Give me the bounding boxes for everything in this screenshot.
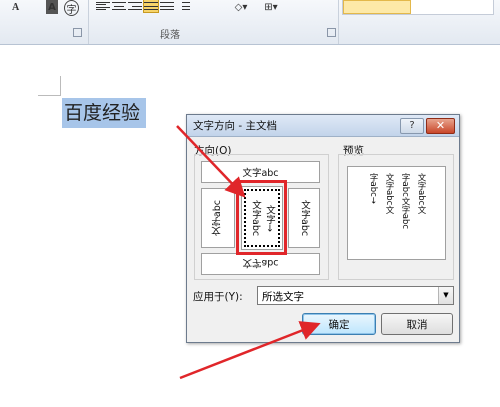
preview-line: 字abc文字abc: [400, 173, 410, 230]
apply-to-value: 所选文字: [262, 291, 304, 303]
cancel-button[interactable]: 取消: [381, 313, 453, 335]
annotation-highlight-box: [236, 180, 287, 255]
align-left-icon[interactable]: [96, 0, 110, 12]
apply-to-select[interactable]: 所选文字 ▼: [257, 286, 454, 305]
crop-mark: [38, 95, 60, 96]
orientation-upside-down-option[interactable]: 文字abc: [201, 253, 320, 275]
crop-mark: [60, 76, 61, 96]
chevron-down-icon[interactable]: ▼: [438, 287, 453, 304]
orientation-rotate-left-option[interactable]: 文字abc: [201, 188, 235, 248]
distributed-icon[interactable]: [160, 0, 174, 12]
preview-line: 字abc→: [368, 173, 378, 204]
enclose-characters-button[interactable]: 字: [64, 0, 79, 16]
preview-line: 文字abc文: [416, 173, 426, 214]
align-right-icon[interactable]: [128, 0, 142, 12]
justify-icon[interactable]: [143, 0, 159, 13]
shading-icon[interactable]: ◇▾: [228, 0, 254, 14]
borders-icon[interactable]: ⊞▾: [258, 0, 284, 14]
dialog-title: 文字方向 - 主文档: [193, 120, 277, 132]
selected-document-text[interactable]: 百度经验: [62, 98, 147, 128]
style-gallery-selected[interactable]: [343, 0, 411, 14]
ok-button[interactable]: 确定: [302, 313, 376, 335]
preview-box: 文字abc文 字abc文字abc 文字abc文 字abc→: [347, 166, 446, 260]
font-color-button[interactable]: A: [12, 0, 19, 14]
apply-to-label: 应用于(Y):: [193, 291, 243, 303]
ribbon-separator: [338, 0, 339, 44]
option-text: 文字abc: [242, 257, 279, 268]
help-button[interactable]: ?: [400, 118, 424, 134]
close-button[interactable]: ✕: [426, 118, 455, 134]
option-text: 文字abc: [212, 199, 223, 237]
align-center-icon[interactable]: [112, 0, 126, 12]
ribbon: A A 字 ◇▾ ⊞▾ 段落: [0, 0, 500, 45]
character-shading-button[interactable]: A: [46, 0, 58, 14]
paragraph-align-buttons: [96, 0, 201, 14]
option-text: 文字abc: [299, 199, 310, 237]
preview-line: 文字abc文: [384, 173, 394, 214]
orientation-rotate-right-option[interactable]: 文字abc: [288, 188, 320, 248]
line-spacing-icon[interactable]: [176, 0, 190, 12]
paragraph-group-label: 段落: [160, 30, 180, 41]
dialog-titlebar[interactable]: 文字方向 - 主文档 ? ✕: [187, 115, 459, 137]
styles-gallery[interactable]: [342, 0, 494, 15]
